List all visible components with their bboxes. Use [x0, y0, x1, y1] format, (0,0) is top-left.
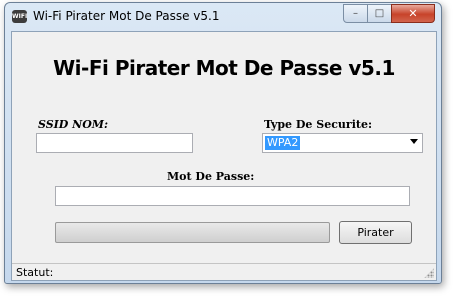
- pirater-button-label: Pirater: [357, 226, 394, 239]
- close-button[interactable]: ✕: [391, 4, 435, 23]
- security-type-value: WPA2: [265, 136, 301, 150]
- caption-buttons: – □ ✕: [343, 4, 435, 23]
- ssid-input[interactable]: [36, 133, 193, 153]
- password-output[interactable]: [55, 186, 410, 206]
- ssid-label: SSID NOM:: [38, 118, 109, 131]
- minimize-icon: –: [353, 8, 358, 19]
- pirater-button[interactable]: Pirater: [339, 221, 412, 244]
- title-bar[interactable]: WIFI Wi-Fi Pirater Mot De Passe v5.1 – □…: [5, 3, 441, 31]
- status-bar: Statut:: [12, 263, 436, 280]
- wifi-app-icon: WIFI: [12, 10, 27, 23]
- client-area: Wi-Fi Pirater Mot De Passe v5.1 SSID NOM…: [11, 31, 437, 281]
- chevron-down-icon: [410, 139, 418, 144]
- close-icon: ✕: [408, 7, 418, 20]
- status-label: Statut:: [16, 266, 54, 279]
- maximize-button[interactable]: □: [367, 4, 392, 23]
- progress-bar: [55, 222, 330, 243]
- app-heading: Wi-Fi Pirater Mot De Passe v5.1: [53, 56, 395, 80]
- minimize-button[interactable]: –: [343, 4, 368, 23]
- security-type-select[interactable]: WPA2: [262, 133, 423, 153]
- app-window: WIFI Wi-Fi Pirater Mot De Passe v5.1 – □…: [4, 2, 442, 284]
- window-title: Wi-Fi Pirater Mot De Passe v5.1: [33, 9, 220, 23]
- maximize-icon: □: [374, 8, 385, 19]
- password-label: Mot De Passe:: [167, 170, 255, 183]
- security-type-label: Type De Securite:: [264, 118, 373, 131]
- resize-grip[interactable]: [424, 268, 434, 278]
